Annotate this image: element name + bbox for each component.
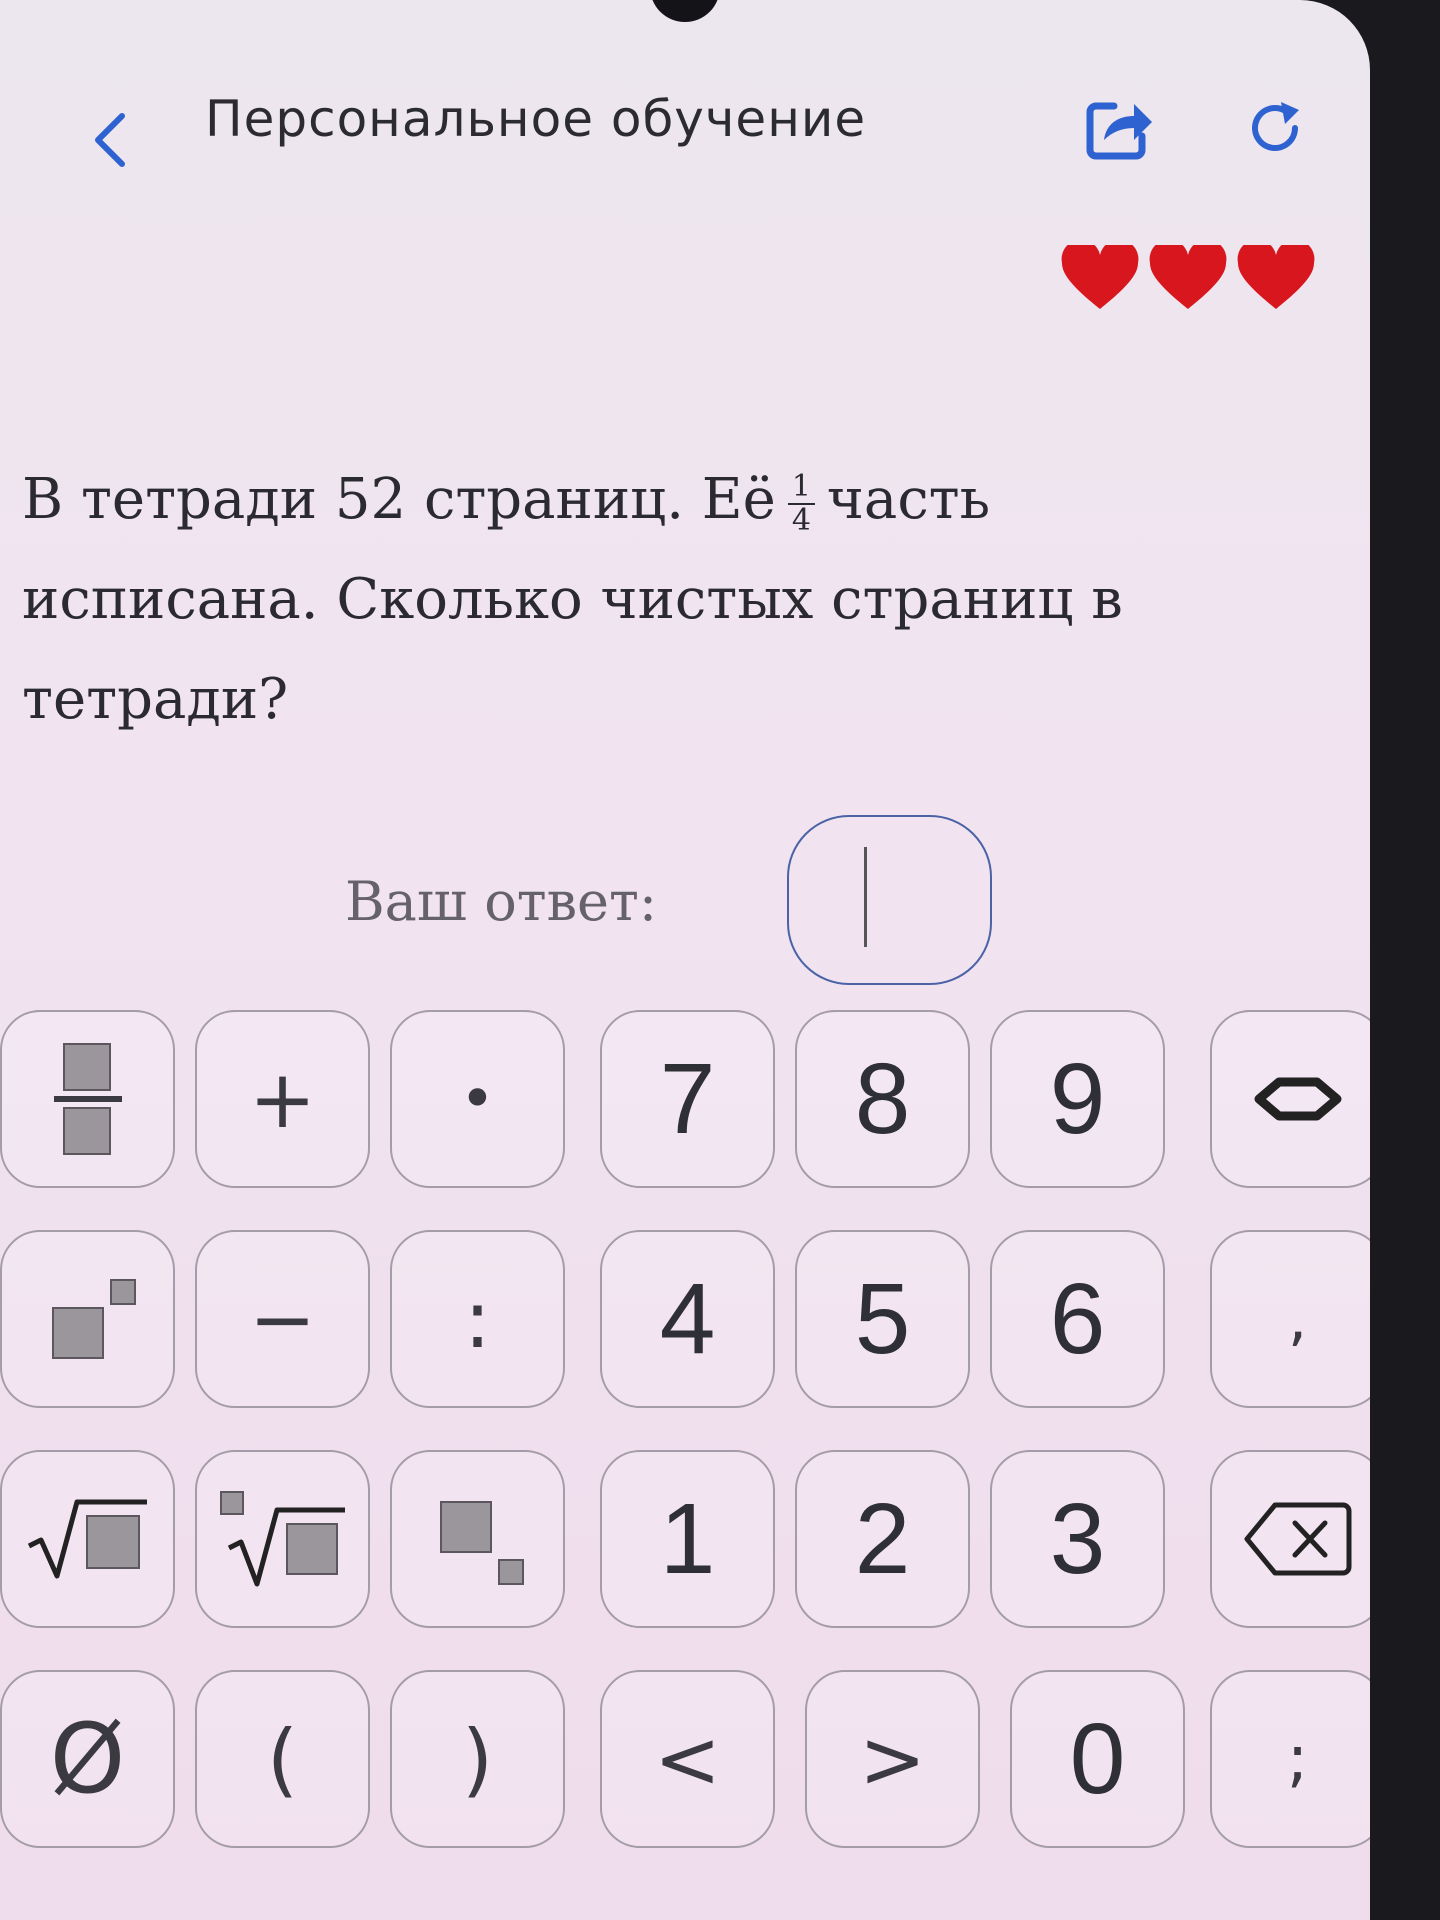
question-line-1: В тетради 52 страниц. Её 1 4 часть <box>22 467 991 538</box>
semicolon-key[interactable]: ; <box>1210 1670 1370 1848</box>
digit-4-key[interactable]: 4 <box>600 1230 775 1408</box>
answer-label: Ваш ответ: <box>345 870 658 933</box>
question-line-3: тетради? <box>22 667 289 732</box>
math-keypad: + • 7 8 9 − : 4 5 6 , 1 2 3 Ø () < > 0 … <box>0 1010 1370 1910</box>
open-paren-key[interactable]: ( <box>195 1670 370 1848</box>
subscript-key[interactable] <box>390 1450 565 1628</box>
digit-1-key[interactable]: 1 <box>600 1450 775 1628</box>
backspace-icon <box>1244 1502 1351 1576</box>
less-than-key[interactable]: < <box>600 1670 775 1848</box>
text-caret <box>864 847 867 947</box>
sqrt-icon <box>27 1499 147 1579</box>
heart-icon <box>1237 245 1315 309</box>
minus-key[interactable]: − <box>195 1230 370 1408</box>
fraction: 14 <box>787 470 815 537</box>
share-button[interactable] <box>1080 88 1160 168</box>
answer-input[interactable] <box>787 815 992 985</box>
heart-icon <box>1149 245 1227 309</box>
page-title: Персональное обучение <box>205 90 867 148</box>
diamond-key[interactable] <box>1210 1010 1370 1188</box>
backspace-key[interactable] <box>1210 1450 1370 1628</box>
digit-5-key[interactable]: 5 <box>795 1230 970 1408</box>
question-text: В тетради 52 страниц. Её 1 4 часть исписана… <box>22 450 1322 750</box>
plus-key[interactable]: + <box>195 1010 370 1188</box>
nth-root-key[interactable] <box>195 1450 370 1628</box>
refresh-icon <box>1252 102 1299 151</box>
digit-9-key[interactable]: 9 <box>990 1010 1165 1188</box>
subscript-icon <box>439 1501 524 1585</box>
fraction-key[interactable] <box>0 1010 175 1188</box>
empty-set-key[interactable]: Ø <box>0 1670 175 1848</box>
question-line-2: исписана. Сколько чистых страниц в <box>22 567 1123 632</box>
digit-8-key[interactable]: 8 <box>795 1010 970 1188</box>
divide-key[interactable]: : <box>390 1230 565 1408</box>
power-key[interactable] <box>0 1230 175 1408</box>
close-paren-key[interactable]: ) <box>390 1670 565 1848</box>
refresh-button[interactable] <box>1235 88 1315 168</box>
share-icon <box>1086 102 1152 160</box>
sqrt-key[interactable] <box>0 1450 175 1628</box>
comma-key[interactable]: , <box>1210 1230 1370 1408</box>
multiply-key[interactable]: • <box>390 1010 565 1188</box>
nth-root-icon <box>219 1491 345 1587</box>
digit-6-key[interactable]: 6 <box>990 1230 1165 1408</box>
heart-icon <box>1061 245 1139 309</box>
digit-0-key[interactable]: 0 <box>1010 1670 1185 1848</box>
back-button[interactable] <box>80 110 140 170</box>
digit-3-key[interactable]: 3 <box>990 1450 1165 1628</box>
digit-7-key[interactable]: 7 <box>600 1010 775 1188</box>
header-bar: Персональное обучение <box>0 70 1370 180</box>
digit-2-key[interactable]: 2 <box>795 1450 970 1628</box>
camera-cutout <box>650 0 720 22</box>
app-screen: Персональное обучение В тетради 52 стран… <box>0 0 1370 1920</box>
power-icon <box>51 1279 136 1359</box>
chevron-left-icon <box>95 113 125 167</box>
fraction-icon <box>53 1043 122 1155</box>
lives-indicator <box>1060 245 1316 311</box>
greater-than-key[interactable]: > <box>805 1670 980 1848</box>
diamond-icon <box>1254 1077 1341 1121</box>
